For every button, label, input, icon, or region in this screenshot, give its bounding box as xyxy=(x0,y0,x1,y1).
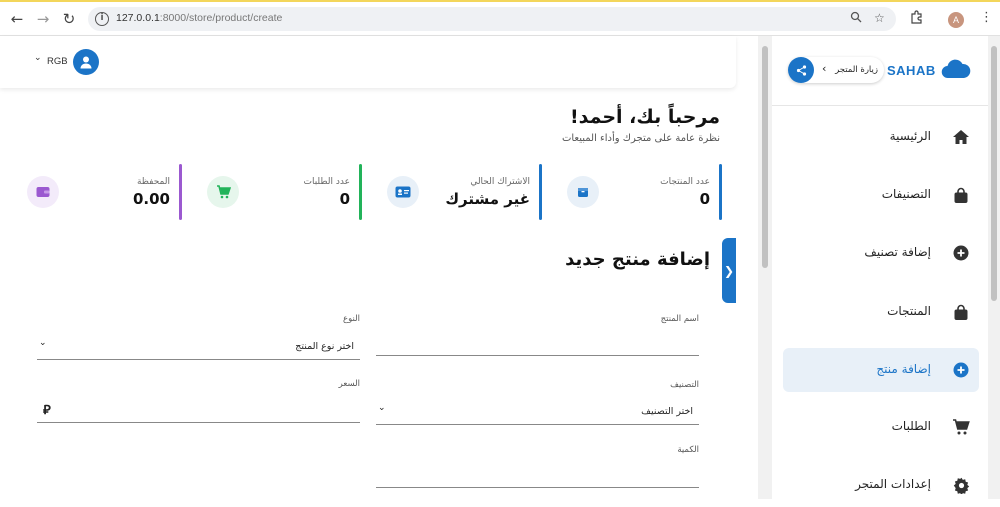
stat-accent-bar xyxy=(719,164,722,220)
plus-circle-icon xyxy=(951,243,971,263)
visit-store-button[interactable]: ‹ زيارة المتجر xyxy=(788,57,884,83)
sidebar-item-orders[interactable]: الطلبات xyxy=(783,405,979,449)
site-info-icon[interactable]: i xyxy=(95,12,109,26)
stat-card-orders: عدد الطلبات 0 xyxy=(199,164,362,220)
stat-label: المحفظة xyxy=(136,177,170,187)
quantity-field[interactable]: الكمية xyxy=(376,445,699,489)
stats-row: عدد المنتجات 0 الاشتراك الحالي غير مشترك… xyxy=(18,164,722,220)
currency-riyal-icon: ⃁ xyxy=(43,403,51,418)
stat-value: 0.00 xyxy=(132,190,170,208)
sidebar-item-products[interactable]: المنتجات xyxy=(783,290,979,334)
scrollbar-thumb[interactable] xyxy=(762,46,768,268)
chevron-right-icon: ❯ xyxy=(723,263,735,278)
sidebar-item-label: التصنيفات xyxy=(881,187,931,201)
sidebar: ‹ زيارة المتجر SAHAB الرئيسية التصنيفات … xyxy=(772,36,988,499)
stat-card-products: عدد المنتجات 0 xyxy=(559,164,722,220)
sidebar-item-label: الرئيسية xyxy=(889,129,931,143)
welcome-heading: مرحباً بك، أحمد! xyxy=(569,106,720,128)
sidebar-item-label: إعدادات المتجر xyxy=(855,477,931,491)
field-underline xyxy=(376,424,699,425)
top-bar: ⌄ RGB xyxy=(0,36,736,88)
cart-icon xyxy=(207,176,239,208)
field-underline xyxy=(376,355,699,356)
stat-accent-bar xyxy=(539,164,542,220)
field-underline xyxy=(376,487,699,488)
product-name-field[interactable]: اسم المنتج xyxy=(376,314,699,356)
home-icon xyxy=(951,127,971,147)
sidebar-item-add-category[interactable]: إضافة تصنيف xyxy=(783,231,979,275)
category-label: التصنيف xyxy=(670,380,699,390)
gear-icon xyxy=(951,475,971,495)
product-type-label: النوع xyxy=(343,314,360,324)
collapse-sidebar-tab[interactable]: ❯ xyxy=(722,238,736,303)
bag-icon xyxy=(951,302,971,322)
wallet-icon xyxy=(27,176,59,208)
box-icon xyxy=(567,176,599,208)
bag-icon xyxy=(951,185,971,205)
extensions-icon[interactable] xyxy=(910,10,924,28)
stat-label: عدد المنتجات xyxy=(660,177,710,187)
back-arrow-icon[interactable]: ← xyxy=(6,8,28,30)
product-type-select[interactable]: النوع اختر نوع المنتج ⌄ xyxy=(37,314,360,360)
share-icon xyxy=(788,57,814,83)
forward-arrow-icon[interactable]: → xyxy=(32,8,54,30)
product-name-label: اسم المنتج xyxy=(660,314,699,324)
quantity-label: الكمية xyxy=(677,445,699,455)
address-bar[interactable]: i 127.0.0.1:8000/store/product/create ☆ xyxy=(88,7,896,31)
main-content: ⌄ RGB مرحباً بك، أحمد! نظرة عامة على متج… xyxy=(0,36,758,499)
sidebar-item-label: إضافة تصنيف xyxy=(864,245,931,259)
sidebar-item-home[interactable]: الرئيسية xyxy=(783,115,979,159)
browser-toolbar: ← → ↻ i 127.0.0.1:8000/store/product/cre… xyxy=(0,0,1000,36)
stat-accent-bar xyxy=(359,164,362,220)
content-scrollbar[interactable] xyxy=(758,36,772,499)
bookmark-star-icon[interactable]: ☆ xyxy=(874,11,885,25)
brand-logo-text: SAHAB xyxy=(887,63,936,78)
chevron-down-icon: ⌄ xyxy=(39,338,47,348)
field-underline xyxy=(37,359,360,360)
user-avatar-icon[interactable] xyxy=(73,49,99,75)
visit-store-label: زيارة المتجر xyxy=(835,65,878,75)
id-card-icon xyxy=(387,176,419,208)
price-field[interactable]: السعر ⃁ xyxy=(37,379,360,423)
sidebar-item-store-settings[interactable]: إعدادات المتجر xyxy=(783,463,979,507)
category-select[interactable]: التصنيف اختر التصنيف ⌄ xyxy=(376,380,699,425)
category-value: اختر التصنيف xyxy=(641,406,693,417)
sidebar-item-label: الطلبات xyxy=(891,419,931,433)
stat-card-wallet: المحفظة 0.00 xyxy=(19,164,182,220)
sidebar-header: ‹ زيارة المتجر SAHAB xyxy=(772,36,988,106)
reload-icon[interactable]: ↻ xyxy=(58,8,80,30)
url-host: 127.0.0.1 xyxy=(116,12,160,24)
chevron-down-icon[interactable]: ⌄ xyxy=(34,53,42,63)
stat-value: 0 xyxy=(699,190,710,208)
profile-avatar[interactable]: A xyxy=(948,12,964,28)
form-title: إضافة منتج جديد xyxy=(565,249,710,270)
plus-circle-icon xyxy=(951,360,971,380)
price-label: السعر xyxy=(338,379,360,389)
product-type-value: اختر نوع المنتج xyxy=(295,341,354,352)
stat-accent-bar xyxy=(179,164,182,220)
welcome-subtitle: نظرة عامة على متجرك وأداء المبيعات xyxy=(561,133,720,144)
cloud-logo-icon xyxy=(941,58,971,84)
sidebar-item-categories[interactable]: التصنيفات xyxy=(783,173,979,217)
sidebar-item-add-product[interactable]: إضافة منتج xyxy=(783,348,979,392)
stat-value: 0 xyxy=(339,190,350,208)
stat-value: غير مشترك xyxy=(445,190,530,208)
page-scrollbar[interactable] xyxy=(988,36,1000,499)
zoom-icon[interactable] xyxy=(850,11,862,26)
scrollbar-thumb[interactable] xyxy=(991,46,997,301)
field-underline xyxy=(37,422,360,423)
stat-card-subscription: الاشتراك الحالي غير مشترك xyxy=(379,164,542,220)
chevron-left-icon: ‹ xyxy=(822,62,827,75)
sidebar-item-label: إضافة منتج xyxy=(876,362,931,376)
address-url[interactable]: 127.0.0.1:8000/store/product/create xyxy=(116,12,282,24)
chevron-down-icon: ⌄ xyxy=(378,403,386,413)
stat-label: عدد الطلبات xyxy=(303,177,351,187)
user-name[interactable]: RGB xyxy=(47,56,68,67)
cart-icon xyxy=(951,417,971,437)
browser-menu-icon[interactable]: ⋮ xyxy=(980,10,993,25)
sidebar-item-label: المنتجات xyxy=(887,304,931,318)
url-path: :8000/store/product/create xyxy=(159,12,283,24)
stat-label: الاشتراك الحالي xyxy=(470,177,530,187)
